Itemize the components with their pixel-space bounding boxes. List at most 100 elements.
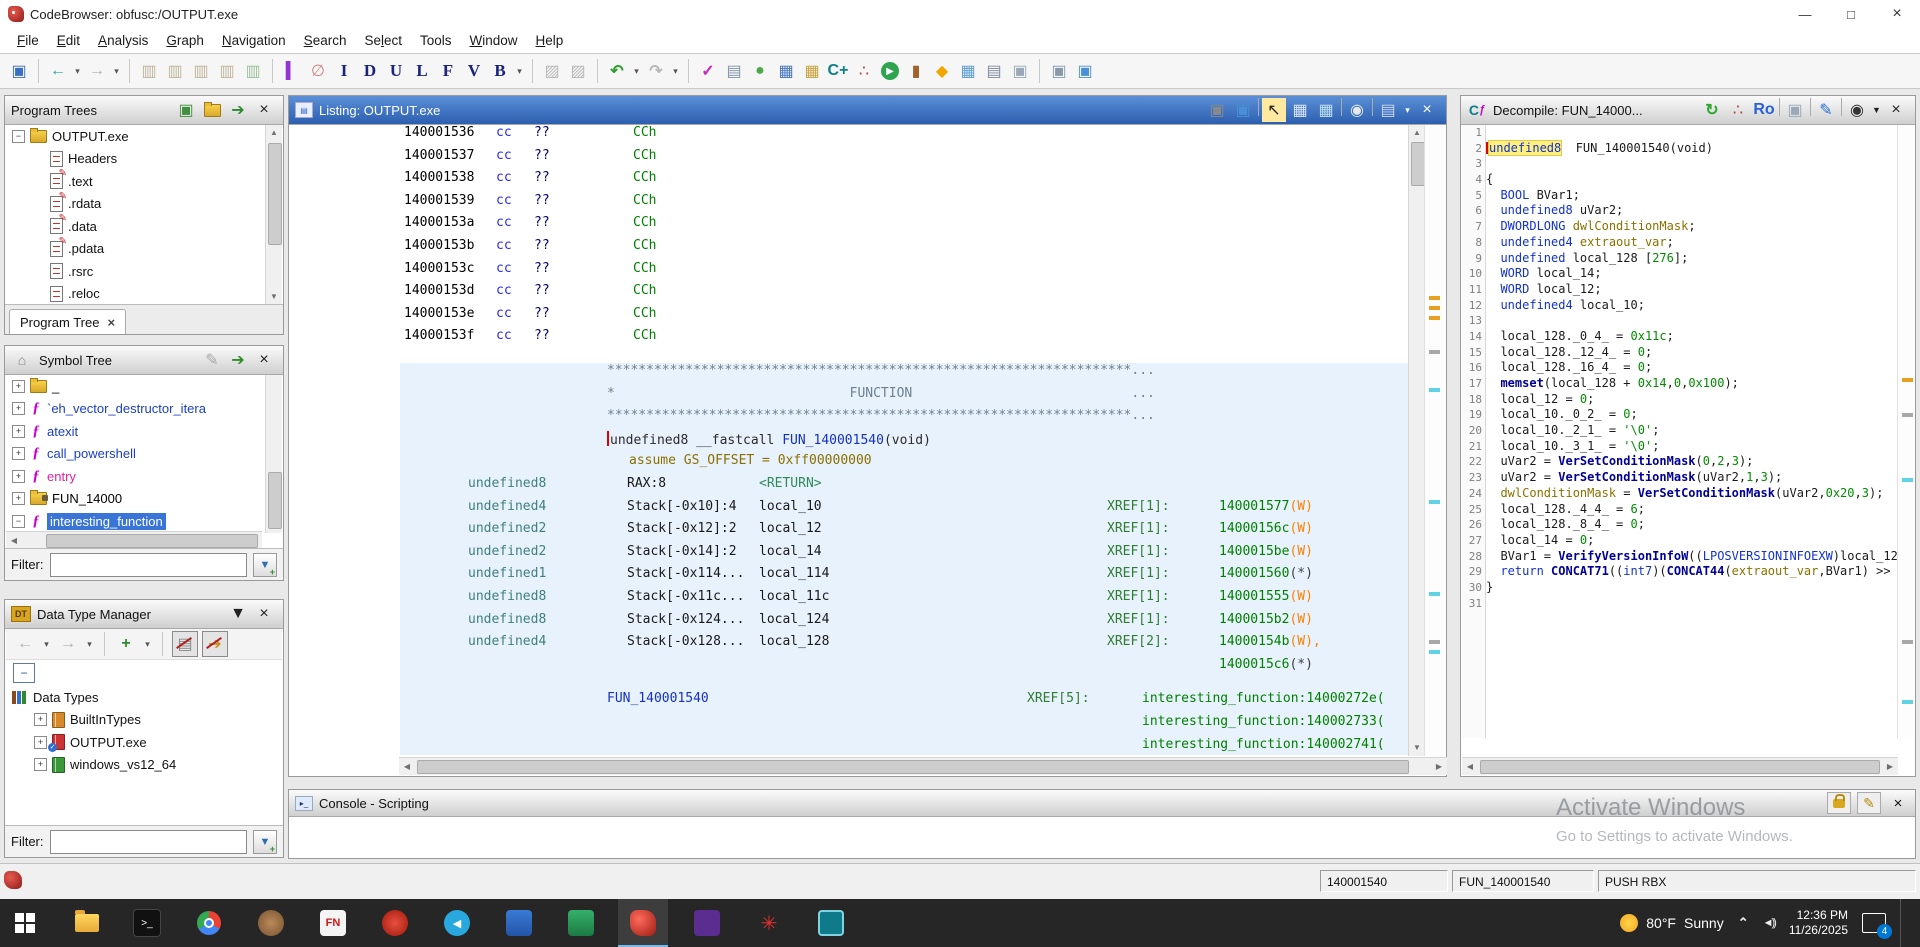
collapse-all-icon[interactable]: − [13,663,35,683]
marker-tick[interactable] [1429,306,1440,310]
forward-icon[interactable]: → [85,59,109,83]
marker-tick[interactable] [1902,700,1913,704]
decompiler-header[interactable]: Cƒ Decompile: FUN_14000... ↻∴Ro▣✎◉▼× [1461,96,1915,125]
menu-select[interactable]: Select [355,30,411,51]
marker-tick[interactable] [1429,388,1440,392]
listing-header[interactable]: ▤ Listing: OUTPUT.exe ▣▣↖▦▦◉▤▾× [289,96,1446,125]
close-button[interactable]: × [1874,0,1920,28]
filter-options-icon[interactable]: ▼ [253,830,277,854]
function-variable-row[interactable]: undefined2Stack[-0x14]:2local_14XREF[1]:… [400,544,1408,567]
apply-int-icon[interactable]: I [332,59,356,83]
new-tree-icon[interactable]: ▣ [174,98,198,122]
marker-tick[interactable] [1429,640,1440,644]
apply-double-icon[interactable]: D [358,59,382,83]
panel-list-icon[interactable]: ▤ [1376,98,1400,122]
back-menu-caret[interactable]: ▾ [72,59,83,83]
close-icon[interactable]: × [252,98,276,122]
listing-row[interactable]: 14000153fcc??CCh [290,328,1430,351]
bookmark-book-icon[interactable]: ▮ [904,59,928,83]
function-variable-row[interactable]: undefined4Stack[-0x10]:4local_10XREF[1]:… [400,499,1408,522]
listing-row[interactable]: 14000153ccc??CCh [290,261,1430,284]
scroll-lock-icon[interactable] [1827,792,1851,814]
chrome-icon[interactable] [184,899,234,947]
copy-special-icon[interactable]: ▣ [1047,59,1071,83]
program-tree-item[interactable]: Headers [6,148,261,171]
open-memory-icon[interactable]: ▥ [137,59,161,83]
listing-row[interactable]: 14000153bcc??CCh [290,238,1430,261]
tree-expander[interactable]: + [12,402,25,415]
decompiler-line[interactable]: local_128._8_4_ = 0; [1486,517,1898,533]
save-icon[interactable]: ▣ [7,59,31,83]
tree-expander[interactable]: + [34,736,47,749]
listing-row[interactable]: 140001538cc??CCh [290,170,1430,193]
marker-tick[interactable] [1902,478,1913,482]
decompiler-line[interactable]: dwlConditionMask = VerSetConditionMask(u… [1486,486,1898,502]
program-trees-header[interactable]: Program Trees ▣➔× [5,96,283,125]
marker-tick[interactable] [1429,316,1440,320]
paste-special-icon[interactable]: ▣ [1073,59,1097,83]
terminal-icon[interactable]: >_ [122,899,172,947]
app-purple-icon[interactable] [682,899,732,947]
decompiler-line[interactable]: undefined local_128 [276]; [1486,251,1898,267]
decompiler-line[interactable]: local_128._4_4_ = 6; [1486,502,1898,518]
decompiler-line[interactable]: local_10._3_1_ = '\0'; [1486,439,1898,455]
function-variable-row[interactable]: undefined8RAX:8<RETURN> [400,476,1408,499]
decompiler-body[interactable]: 1234567891011121314151617181920212223242… [1462,125,1898,738]
decompiler-line[interactable]: WORD local_14; [1486,266,1898,282]
close-icon[interactable]: × [1415,98,1439,122]
symbol-tree-item[interactable]: +_ [6,375,261,398]
program-trees-scrollbar[interactable]: ▲▼ [265,125,282,305]
collapse-block-icon[interactable]: ▥ [189,59,213,83]
decompiler-line[interactable]: undefined4 extraout_var; [1486,235,1898,251]
menu-edit[interactable]: Edit [48,30,89,51]
menu-analysis[interactable]: Analysis [89,30,157,51]
decompiler-line[interactable]: undefined8 FUN_140001540(void) [1486,141,1898,157]
grid-blue-icon[interactable]: ▦ [956,59,980,83]
decompiler-line[interactable]: local_128._0_4_ = 0x11c; [1486,329,1898,345]
apply-byte-icon[interactable]: B [488,59,512,83]
symbol-tree-item[interactable]: +FUN_14000 [6,488,261,511]
decompiler-marker-margin[interactable] [1897,125,1914,738]
marker-tick[interactable] [1902,640,1913,644]
edit-disabled-icon[interactable]: ✎ [200,348,224,372]
run-script-icon[interactable]: ▶ [881,62,899,80]
symbol-tree-hscrollbar[interactable]: ◀ [6,531,262,549]
memory-map-icon[interactable]: ▥ [215,59,239,83]
program-tree-item[interactable]: .pdata [6,238,261,261]
clock[interactable]: 12:36 PM 11/26/2025 [1789,908,1848,938]
close-icon[interactable]: × [1884,98,1908,122]
dtm-back-caret[interactable]: ▾ [41,632,52,656]
program-tree-item[interactable]: .rdata [6,193,261,216]
ghidra-taskbar-icon[interactable] [618,899,668,947]
tree-expander[interactable]: − [12,515,25,528]
symbol-tree-item[interactable]: −ƒinteresting_function [6,510,261,533]
tree-expander[interactable]: + [12,470,25,483]
dtm-forward-icon[interactable]: → [56,632,80,656]
decompiler-line[interactable]: return CONCAT71((int7)(CONCAT44(extraout… [1486,564,1898,580]
tree-expander[interactable]: + [12,425,25,438]
snapshot-camera-icon[interactable]: ◉ [1345,98,1369,122]
symbol-tree-item[interactable]: +ƒatexit [6,420,261,443]
redo-caret[interactable]: ▾ [670,59,681,83]
show-desktop-button[interactable] [1900,899,1906,947]
dtm-filter-input[interactable] [50,830,248,854]
listing-hscrollbar[interactable]: ◀▶ [399,757,1447,775]
menu-navigation[interactable]: Navigation [213,30,295,51]
function-label-row[interactable]: FUN_140001540XREF[5]:interesting_functio… [400,691,1408,714]
export-symbol-icon[interactable]: ➔ [226,348,250,372]
decompiler-line[interactable]: local_14 = 0; [1486,533,1898,549]
app-green-icon[interactable] [556,899,606,947]
decompiler-line[interactable]: uVar2 = VerSetConditionMask(uVar2,1,3); [1486,470,1898,486]
rotate-logo[interactable]: Ro [1752,98,1776,122]
file-explorer-icon[interactable] [62,899,112,947]
marker-tick[interactable] [1902,413,1913,417]
listing-row[interactable]: 14000153dcc??CCh [290,283,1430,306]
marker-tick[interactable] [1429,592,1440,596]
menu-search[interactable]: Search [295,30,356,51]
decompiler-line[interactable]: } [1486,580,1898,596]
program-tree-tab[interactable]: Program Tree × [9,309,126,334]
edit-fields-icon[interactable]: ▦ [1314,98,1338,122]
decompiler-line[interactable] [1486,596,1898,612]
function-variable-row[interactable]: undefined8Stack[-0x11c...local_11cXREF[1… [400,589,1408,612]
marker-tick[interactable] [1429,500,1440,504]
